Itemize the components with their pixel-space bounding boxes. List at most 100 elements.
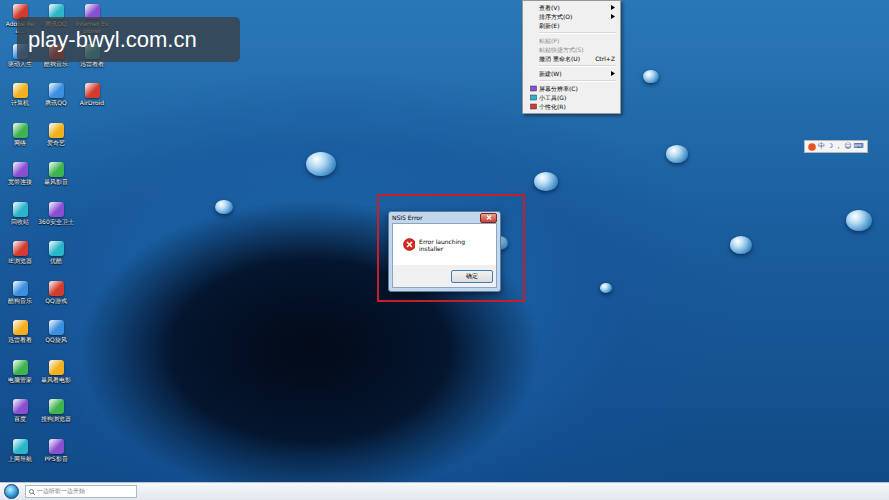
menu-icon-slot xyxy=(529,85,537,93)
dialog-body: Error launching installer 确定 xyxy=(392,223,497,288)
desktop-icon[interactable]: 计算机 xyxy=(2,83,38,123)
icon-label: 搜狗浏览器 xyxy=(41,415,71,422)
language-bar[interactable]: 中☽，☺⌨ xyxy=(804,140,868,153)
ok-button[interactable]: 确定 xyxy=(451,270,493,283)
app-icon xyxy=(49,360,64,375)
menu-icon-slot xyxy=(529,46,537,54)
water-drop xyxy=(534,172,558,191)
app-icon xyxy=(13,83,28,98)
search-box[interactable]: 一边听歌一边开始 xyxy=(25,485,137,498)
app-icon xyxy=(13,399,28,414)
desktop-icon[interactable]: 360安全卫士 xyxy=(38,202,74,242)
menu-item[interactable]: 屏幕分辨率(C) xyxy=(525,84,618,93)
icon-label: 网络 xyxy=(14,139,26,146)
desktop-icon[interactable]: IE浏览器 xyxy=(2,241,38,281)
icon-label: PPS影音 xyxy=(44,455,67,462)
language-bar-item[interactable]: ☽ xyxy=(827,142,833,151)
app-icon xyxy=(49,202,64,217)
desktop-icon[interactable]: 迅雷看看 xyxy=(2,320,38,360)
icon-label: 电脑管家 xyxy=(8,376,32,383)
icon-label: QQ游戏 xyxy=(45,297,66,304)
desktop-icon[interactable]: QQ旋风 xyxy=(38,320,74,360)
language-bar-item[interactable]: ☺ xyxy=(844,142,851,151)
dialog-message: Error launching installer xyxy=(393,224,496,265)
menu-item[interactable]: 个性化(R) xyxy=(525,102,618,111)
app-icon xyxy=(13,123,28,138)
menu-icon-slot xyxy=(529,55,537,63)
icon-label: AirDroid xyxy=(80,99,104,106)
sogou-logo-icon xyxy=(808,143,816,151)
language-bar-item[interactable]: 中 xyxy=(818,142,825,151)
water-drop xyxy=(215,200,233,214)
watermark: play-bwyl.com.cn xyxy=(17,17,240,62)
app-icon xyxy=(13,202,28,217)
desktop-screen: Adobe Rea...驱动人生计算机网络宽带连接回收站IE浏览器酷狗音乐迅雷看… xyxy=(0,0,889,500)
app-icon xyxy=(13,320,28,335)
language-bar-item[interactable]: ， xyxy=(835,142,842,151)
icon-label: 暴风影音 xyxy=(44,178,68,185)
desktop-icon[interactable]: 宽带连接 xyxy=(2,162,38,202)
taskbar: 一边听歌一边开始 xyxy=(0,482,889,500)
desktop-icon[interactable]: 上网导航 xyxy=(2,439,38,479)
menu-icon-slot xyxy=(529,13,537,21)
menu-icon-slot xyxy=(529,103,537,111)
desktop-icon[interactable]: 电脑管家 xyxy=(2,360,38,400)
desktop-icon[interactable]: 搜狗浏览器 xyxy=(38,399,74,439)
close-icon xyxy=(486,215,492,220)
icon-column: Internet Explorer迅雷看看AirDroid xyxy=(74,4,110,482)
menu-item[interactable]: 小工具(G) xyxy=(525,93,618,102)
icon-label: 宽带连接 xyxy=(8,178,32,185)
dialog-footer: 确定 xyxy=(393,265,496,287)
water-drop xyxy=(643,70,659,83)
dialog-title-bar[interactable]: NSIS Error xyxy=(392,212,497,223)
desktop-icon[interactable]: 优酷 xyxy=(38,241,74,281)
submenu-arrow-icon xyxy=(611,71,615,76)
menu-icon-slot xyxy=(529,94,537,102)
app-icon xyxy=(49,281,64,296)
app-icon xyxy=(49,241,64,256)
icon-label: 计算机 xyxy=(11,99,29,106)
desktop-icon[interactable]: 回收站 xyxy=(2,202,38,242)
icon-label: 百度 xyxy=(14,415,26,422)
desktop-icon[interactable]: PPS影音 xyxy=(38,439,74,479)
menu-separator xyxy=(539,32,616,34)
water-drop xyxy=(306,152,336,176)
desktop-icon[interactable]: 暴风看电影 xyxy=(38,360,74,400)
app-icon xyxy=(49,123,64,138)
desktop-icon[interactable]: 暴风影音 xyxy=(38,162,74,202)
menu-item[interactable]: 新建(W) xyxy=(525,69,618,78)
menu-item[interactable]: 刷新(E) xyxy=(525,21,618,30)
desktop-icon[interactable]: 百度 xyxy=(2,399,38,439)
icon-column: Adobe Rea...驱动人生计算机网络宽带连接回收站IE浏览器酷狗音乐迅雷看… xyxy=(2,4,38,482)
menu-icon-slot xyxy=(529,4,537,12)
desktop-icon[interactable]: 网络 xyxy=(2,123,38,163)
menu-separator xyxy=(539,65,616,67)
menu-item[interactable]: 粘贴(P) xyxy=(525,36,618,45)
menu-item[interactable]: 排序方式(O) xyxy=(525,12,618,21)
menu-item[interactable]: 粘贴快捷方式(S) xyxy=(525,45,618,54)
language-bar-item[interactable]: ⌨ xyxy=(854,142,864,151)
icon-label: 回收站 xyxy=(11,218,29,225)
desktop-icon[interactable]: 爱奇艺 xyxy=(38,123,74,163)
submenu-arrow-icon xyxy=(611,14,615,19)
water-drop xyxy=(666,145,688,163)
desktop-icon[interactable]: QQ游戏 xyxy=(38,281,74,321)
app-icon xyxy=(13,241,28,256)
menu-item[interactable]: 撤消 重命名(U)Ctrl+Z xyxy=(525,54,618,63)
icon-label: 暴风看电影 xyxy=(41,376,71,383)
start-button[interactable] xyxy=(4,484,19,499)
desktop-icon[interactable]: AirDroid xyxy=(74,83,110,123)
error-icon xyxy=(403,238,415,251)
menu-icon-slot xyxy=(529,37,537,45)
icon-label: 腾讯QQ xyxy=(45,99,66,106)
app-icon xyxy=(13,162,28,177)
icon-label: 爱奇艺 xyxy=(47,139,65,146)
menu-separator xyxy=(539,80,616,82)
desktop-icon[interactable]: 酷狗音乐 xyxy=(2,281,38,321)
app-icon xyxy=(49,439,64,454)
close-button[interactable] xyxy=(480,213,497,223)
desktop-icon[interactable]: 腾讯QQ xyxy=(38,83,74,123)
menu-item[interactable]: 查看(V) xyxy=(525,3,618,12)
icon-column: 腾讯QQ酷我音乐腾讯QQ爱奇艺暴风影音360安全卫士优酷QQ游戏QQ旋风暴风看电… xyxy=(38,4,74,482)
app-icon xyxy=(13,439,28,454)
